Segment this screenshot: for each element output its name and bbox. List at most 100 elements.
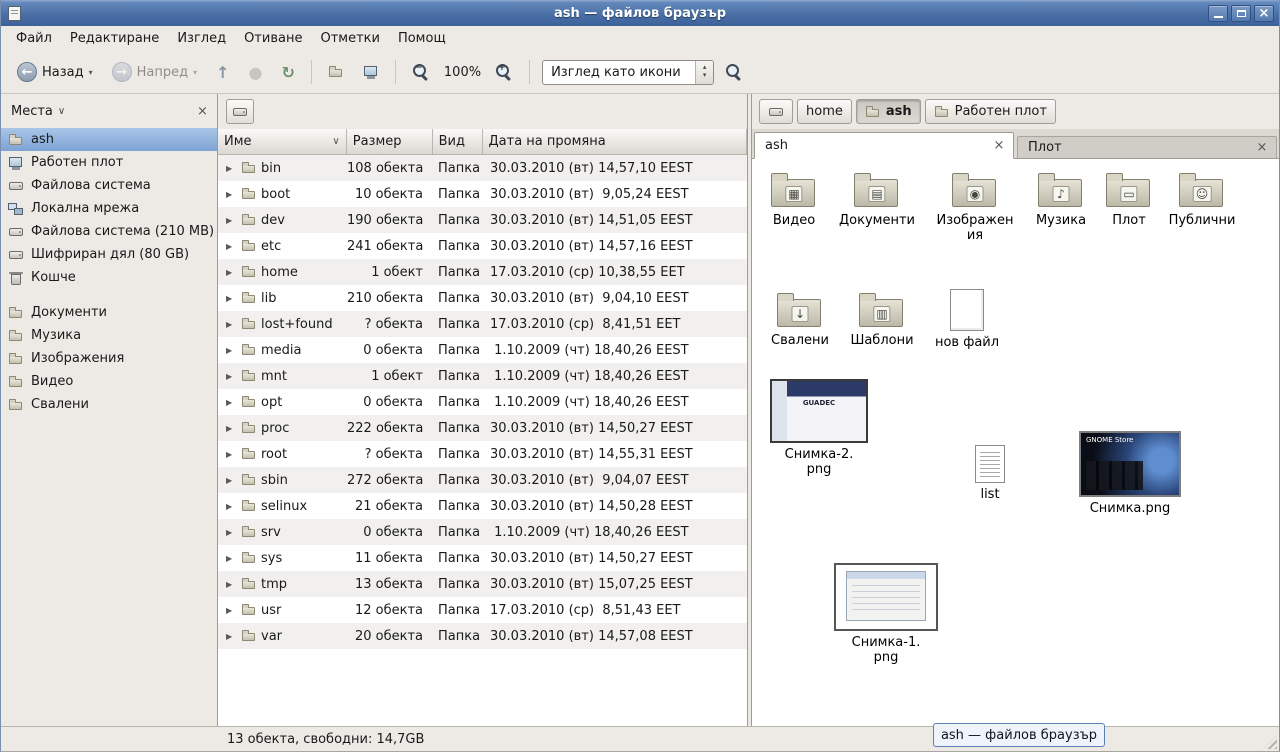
close-button[interactable]: × xyxy=(1254,5,1274,22)
expander-icon[interactable]: ▶ xyxy=(226,268,237,277)
expander-icon[interactable]: ▶ xyxy=(226,320,237,329)
sidebar-item[interactable]: Документи xyxy=(1,301,217,324)
table-row[interactable]: ▶ lib 210 обекта Папка 30.03.2010 (вт) 9… xyxy=(218,285,747,311)
expander-icon[interactable]: ▶ xyxy=(226,450,237,459)
expander-icon[interactable]: ▶ xyxy=(226,242,237,251)
table-row[interactable]: ▶ etc 241 обекта Папка 30.03.2010 (вт) 1… xyxy=(218,233,747,259)
pathbar-button[interactable]: Работен плот xyxy=(925,99,1056,124)
file-icon-item[interactable]: Плот xyxy=(1087,169,1171,229)
zoom-out-button[interactable]: − xyxy=(404,58,438,86)
menu-item[interactable]: Помощ xyxy=(389,28,455,49)
sidebar-selector-chevron-icon[interactable]: ∨ xyxy=(58,106,65,117)
tab[interactable]: Плот × xyxy=(1017,136,1277,158)
expander-icon[interactable]: ▶ xyxy=(226,372,237,381)
column-header[interactable]: Дата на промяна xyxy=(483,129,747,155)
expander-icon[interactable]: ▶ xyxy=(226,398,237,407)
file-icon-item[interactable]: Публични xyxy=(1160,169,1244,229)
forward-button[interactable]: → Напред ▾ xyxy=(104,57,206,87)
table-row[interactable]: ▶ var 20 обекта Папка 30.03.2010 (вт) 14… xyxy=(218,623,747,649)
sidebar-item[interactable]: Файлова система (210 MB) xyxy=(1,220,217,243)
table-row[interactable]: ▶ home 1 обект Папка 17.03.2010 (ср) 10,… xyxy=(218,259,747,285)
expander-icon[interactable]: ▶ xyxy=(226,476,237,485)
expander-icon[interactable]: ▶ xyxy=(226,606,237,615)
menu-item[interactable]: Редактиране xyxy=(61,28,168,49)
table-row[interactable]: ▶ mnt 1 обект Папка 1.10.2009 (чт) 18,40… xyxy=(218,363,747,389)
table-row[interactable]: ▶ proc 222 обекта Папка 30.03.2010 (вт) … xyxy=(218,415,747,441)
file-icon-item[interactable]: нов файл xyxy=(925,289,1009,351)
file-icon-item[interactable]: list xyxy=(948,445,1032,503)
sidebar-item[interactable]: Кошче xyxy=(1,266,217,289)
computer-button[interactable] xyxy=(355,59,387,85)
table-row[interactable]: ▶ boot 10 обекта Папка 30.03.2010 (вт) 9… xyxy=(218,181,747,207)
back-button[interactable]: ← Назад ▾ xyxy=(9,57,101,87)
sidebar-item[interactable]: Файлова система xyxy=(1,174,217,197)
view-mode-spinner[interactable]: ▴ ▾ xyxy=(695,61,713,84)
up-button[interactable]: ↑ xyxy=(208,58,237,87)
expander-icon[interactable]: ▶ xyxy=(226,424,237,433)
icon-view[interactable]: Видео Документи xyxy=(752,159,1279,726)
sidebar-close-button[interactable]: × xyxy=(194,103,211,120)
sidebar-item[interactable]: Шифриран дял (80 GB) xyxy=(1,243,217,266)
expander-icon[interactable]: ▶ xyxy=(226,190,237,199)
column-header[interactable]: Вид xyxy=(433,129,483,155)
file-icon-item[interactable]: Видео xyxy=(752,169,836,229)
expander-icon[interactable]: ▶ xyxy=(226,216,237,225)
expander-icon[interactable]: ▶ xyxy=(226,632,237,641)
expander-icon[interactable]: ▶ xyxy=(226,346,237,355)
column-header[interactable]: Име ∨ xyxy=(218,129,347,155)
menu-item[interactable]: Файл xyxy=(7,28,61,49)
file-icon-item[interactable]: Изображен ия xyxy=(933,169,1017,244)
expander-icon[interactable]: ▶ xyxy=(226,554,237,563)
taskbar-window-button[interactable]: ash — файлов браузър xyxy=(933,723,1105,747)
home-button[interactable] xyxy=(320,59,352,85)
sidebar-item[interactable]: Работен плот xyxy=(1,151,217,174)
expander-icon[interactable]: ▶ xyxy=(226,580,237,589)
file-icon-item[interactable]: Документи xyxy=(835,169,919,229)
file-icon-item[interactable]: GUADEC Снимка-2. png xyxy=(764,379,874,478)
tab-close-icon[interactable]: × xyxy=(991,138,1007,154)
file-icon-item[interactable]: Снимка-1. png xyxy=(831,563,941,666)
stop-button[interactable]: ● xyxy=(241,58,271,87)
pathbar-button[interactable] xyxy=(759,99,793,124)
column-header[interactable]: Размер xyxy=(347,129,433,155)
sidebar-item[interactable]: Изображения xyxy=(1,347,217,370)
menu-item[interactable]: Отметки xyxy=(311,28,388,49)
titlebar[interactable]: ash — файлов браузър × xyxy=(1,0,1279,26)
sidebar-item[interactable]: Музика xyxy=(1,324,217,347)
expander-icon[interactable]: ▶ xyxy=(226,164,237,173)
reload-button[interactable]: ↻ xyxy=(274,58,303,87)
search-button[interactable] xyxy=(717,58,751,86)
maximize-button[interactable] xyxy=(1231,5,1251,22)
table-row[interactable]: ▶ selinux 21 обекта Папка 30.03.2010 (вт… xyxy=(218,493,747,519)
pathbar-button[interactable]: home xyxy=(797,99,852,124)
sidebar-item[interactable]: Свалени xyxy=(1,393,217,416)
tab-close-icon[interactable]: × xyxy=(1254,140,1270,156)
root-location-button[interactable] xyxy=(226,99,254,124)
file-icon-item[interactable]: Свалени xyxy=(758,289,842,349)
table-row[interactable]: ▶ sbin 272 обекта Папка 30.03.2010 (вт) … xyxy=(218,467,747,493)
sidebar-item[interactable]: Локална мрежа xyxy=(1,197,217,220)
table-row[interactable]: ▶ opt 0 обекта Папка 1.10.2009 (чт) 18,4… xyxy=(218,389,747,415)
file-icon-item[interactable]: GNOME Store Снимка.png xyxy=(1075,431,1185,517)
table-row[interactable]: ▶ media 0 обекта Папка 1.10.2009 (чт) 18… xyxy=(218,337,747,363)
resize-grip[interactable] xyxy=(1263,735,1277,749)
sidebar-item[interactable]: Видео xyxy=(1,370,217,393)
table-row[interactable]: ▶ dev 190 обекта Папка 30.03.2010 (вт) 1… xyxy=(218,207,747,233)
table-row[interactable]: ▶ bin 108 обекта Папка 30.03.2010 (вт) 1… xyxy=(218,155,747,181)
file-icon-item[interactable]: Шаблони xyxy=(840,289,924,349)
expander-icon[interactable]: ▶ xyxy=(226,294,237,303)
table-row[interactable]: ▶ usr 12 обекта Папка 17.03.2010 (ср) 8,… xyxy=(218,597,747,623)
menu-item[interactable]: Отиване xyxy=(235,28,311,49)
expander-icon[interactable]: ▶ xyxy=(226,502,237,511)
expander-icon[interactable]: ▶ xyxy=(226,528,237,537)
zoom-in-button[interactable]: + xyxy=(487,58,521,86)
menu-item[interactable]: Изглед xyxy=(168,28,235,49)
minimize-button[interactable] xyxy=(1208,5,1228,22)
table-row[interactable]: ▶ sys 11 обекта Папка 30.03.2010 (вт) 14… xyxy=(218,545,747,571)
sidebar-item[interactable]: ash xyxy=(1,128,217,151)
view-mode-select[interactable]: Изглед като икони ▴ ▾ xyxy=(542,60,714,85)
table-row[interactable]: ▶ root ? обекта Папка 30.03.2010 (вт) 14… xyxy=(218,441,747,467)
table-row[interactable]: ▶ lost+found ? обекта Папка 17.03.2010 (… xyxy=(218,311,747,337)
tab[interactable]: ash × xyxy=(754,132,1014,159)
pathbar-button[interactable]: ash xyxy=(856,99,921,124)
